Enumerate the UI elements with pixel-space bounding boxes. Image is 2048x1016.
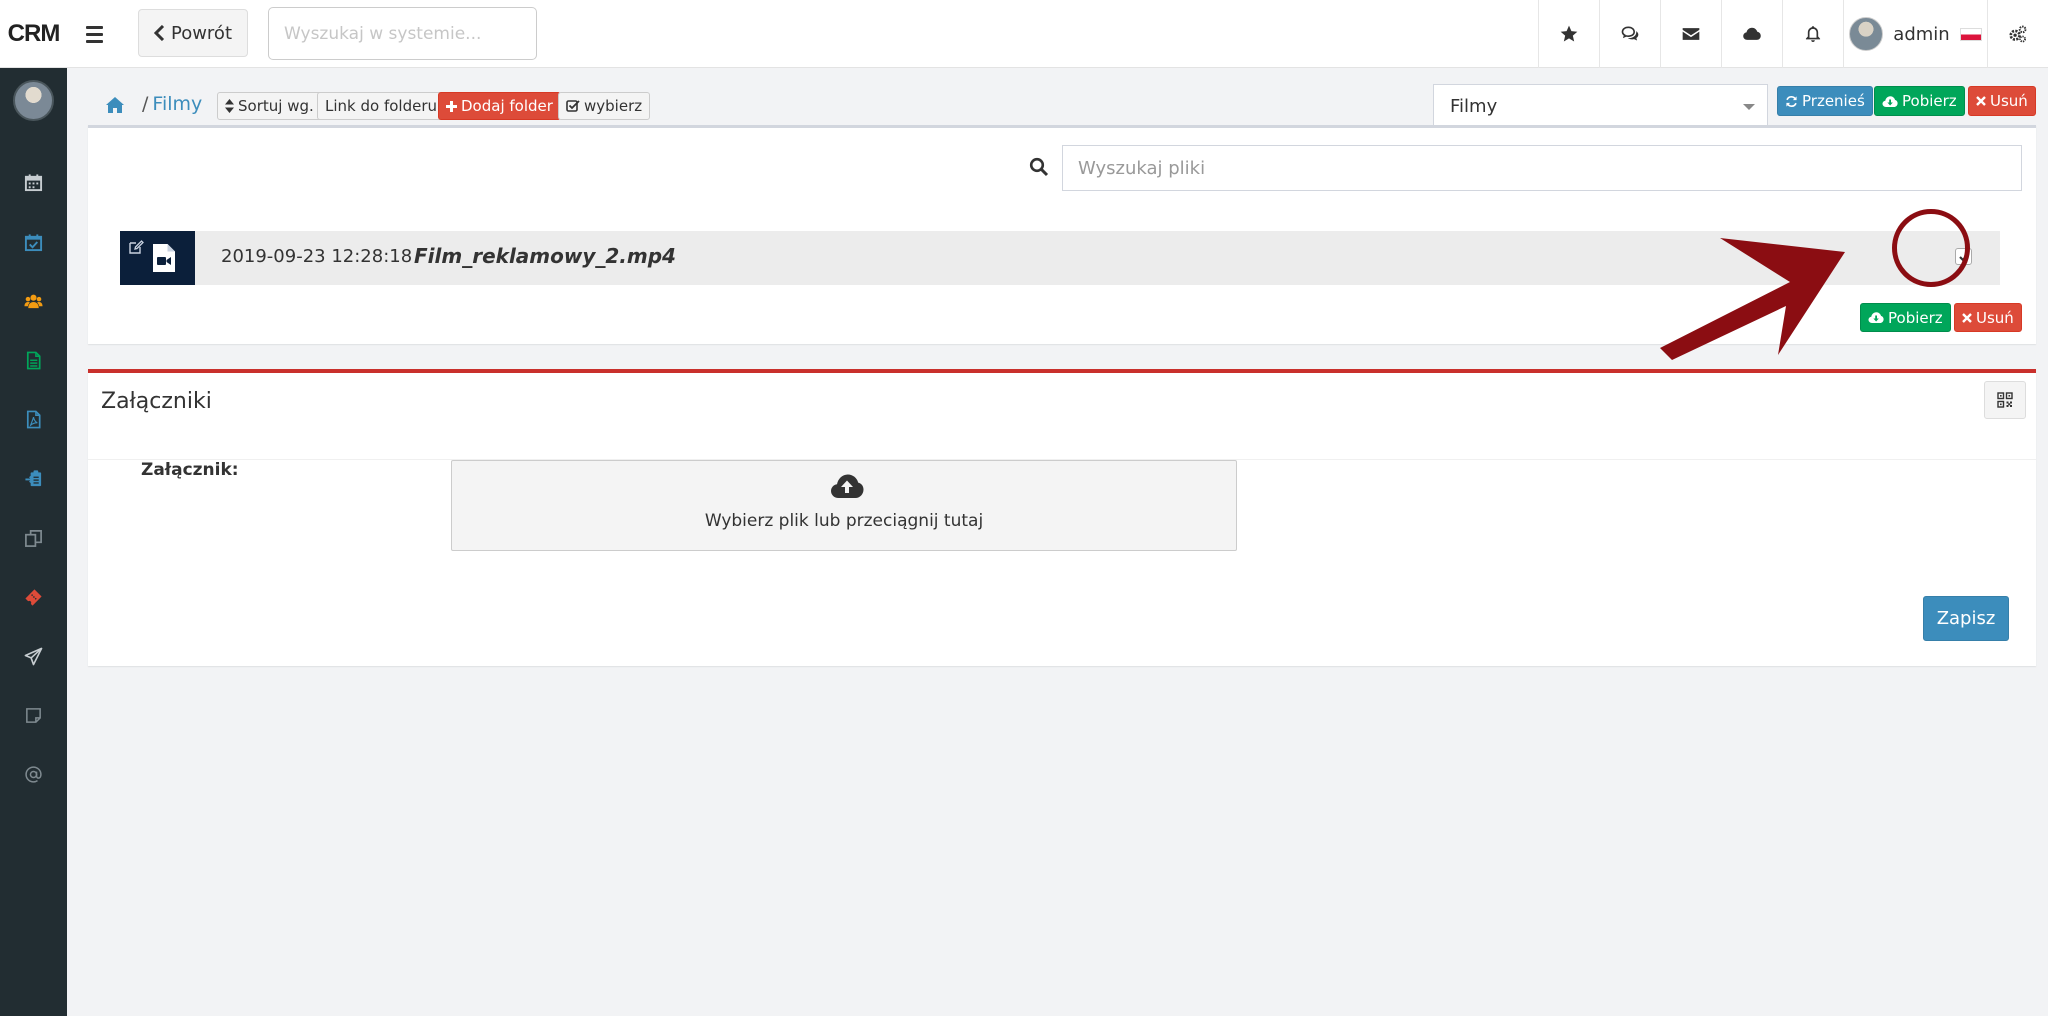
ticket-icon [25, 588, 42, 606]
edit-icon[interactable] [128, 239, 144, 255]
move-button[interactable]: Przenieś [1777, 86, 1873, 116]
dropzone-text: Wybierz plik lub przeciągnij tutaj [704, 511, 984, 531]
sidebar-item-copies[interactable] [0, 518, 67, 558]
cloud-upload-icon [831, 474, 864, 498]
note-icon [26, 707, 41, 723]
bell-icon [1805, 26, 1821, 42]
folder-link-button[interactable]: Link do folderu [317, 92, 446, 120]
sort-button[interactable]: Sortuj wg. [217, 92, 322, 120]
copy-icon [25, 529, 42, 547]
video-file-icon [153, 244, 175, 272]
sidebar-item-notes[interactable] [0, 695, 67, 735]
sidebar-item-pdf[interactable] [0, 399, 67, 439]
user-menu[interactable]: admin [1843, 0, 1987, 68]
file-delete-button[interactable]: Usuń [1954, 303, 2022, 332]
download-button[interactable]: Pobierz [1874, 86, 1965, 116]
cloud-download-icon [1882, 95, 1898, 107]
notifications-button[interactable] [1782, 0, 1843, 68]
sidebar-item-send[interactable] [0, 636, 67, 676]
cloud-download-icon [1868, 312, 1884, 323]
add-folder-button[interactable]: Dodaj folder [438, 92, 561, 120]
paper-plane-icon [24, 647, 43, 665]
home-icon[interactable] [105, 95, 125, 115]
qrcode-icon [1997, 392, 2013, 408]
search-icon [1029, 157, 1049, 177]
username: admin [1893, 23, 1950, 45]
sidebar-item-documents[interactable] [0, 340, 67, 380]
global-search-input[interactable] [268, 7, 537, 60]
file-thumbnail[interactable] [120, 231, 195, 285]
calendar-icon [24, 173, 43, 191]
file-download-button[interactable]: Pobierz [1860, 303, 1951, 332]
file-dropzone[interactable]: Wybierz plik lub przeciągnij tutaj [451, 460, 1237, 551]
brand-logo[interactable]: CRM [0, 0, 67, 68]
back-button[interactable]: Powrót [138, 9, 248, 57]
delete-button[interactable]: Usuń [1968, 86, 2036, 116]
caret-down-icon [1743, 104, 1755, 110]
sidebar-item-tasks[interactable] [0, 222, 67, 262]
star-icon [1560, 25, 1578, 42]
annotation-arrow [1660, 238, 1845, 360]
attachment-label: Załącznik: [141, 460, 239, 480]
breadcrumb[interactable]: / Filmy [142, 93, 202, 115]
sidebar-item-calendar[interactable] [0, 162, 67, 202]
envelope-icon [1682, 28, 1700, 40]
clipboard-icon [25, 469, 42, 486]
cloud-icon [1743, 27, 1761, 40]
top-icons: admin [1538, 0, 2048, 68]
at-icon [25, 765, 42, 783]
cloud-button[interactable] [1721, 0, 1782, 68]
sidebar-item-orders[interactable] [0, 458, 67, 498]
sidebar-item-tickets[interactable] [0, 577, 67, 617]
top-bar: CRM Powrót admin [0, 0, 2048, 68]
back-button-label: Powrót [170, 22, 233, 44]
gears-icon [2009, 25, 2027, 43]
sidebar-item-email[interactable] [0, 754, 67, 794]
refresh-icon [1786, 95, 1797, 107]
close-icon [1976, 96, 1986, 106]
mail-button[interactable] [1660, 0, 1721, 68]
annotation-circle [1892, 209, 1970, 287]
attachments-title: Załączniki [101, 389, 212, 414]
attachments-panel: Załączniki Załącznik: Wybierz plik lub p… [88, 369, 2036, 666]
flag-pl-icon [1959, 27, 1982, 41]
menu-toggle-button[interactable] [76, 18, 112, 50]
users-icon [24, 294, 43, 308]
toolbar: / Filmy Sortuj wg. Link do folderu Dodaj … [88, 84, 2038, 128]
folder-select[interactable]: Filmy [1433, 84, 1768, 128]
comments-icon [1621, 26, 1639, 41]
files-search-input[interactable] [1062, 145, 2022, 191]
folder-select-value: Filmy [1450, 95, 1498, 117]
sidebar-avatar[interactable] [13, 80, 54, 121]
check-square-icon [566, 100, 580, 112]
sidebar [0, 68, 67, 1016]
file-name[interactable]: Film_reklamowy_2.mp4 [414, 244, 676, 268]
calendar-check-icon [24, 233, 43, 251]
chevron-left-icon [153, 25, 165, 41]
favorites-button[interactable] [1538, 0, 1599, 68]
breadcrumb-current: Filmy [152, 93, 203, 115]
hamburger-icon [85, 25, 103, 29]
qr-code-button[interactable] [1984, 381, 2026, 419]
plus-icon [446, 100, 457, 112]
chat-button[interactable] [1599, 0, 1660, 68]
close-icon [1962, 312, 1972, 323]
select-button[interactable]: wybierz [558, 92, 651, 120]
pdf-icon [26, 410, 41, 428]
sidebar-item-clients[interactable] [0, 281, 67, 321]
file-date: 2019-09-23 12:28:18 [221, 246, 413, 267]
avatar [1849, 17, 1884, 51]
sort-icon [225, 99, 234, 113]
document-icon [26, 351, 41, 369]
settings-button[interactable] [1987, 0, 2048, 68]
save-button[interactable]: Zapisz [1923, 596, 2009, 641]
